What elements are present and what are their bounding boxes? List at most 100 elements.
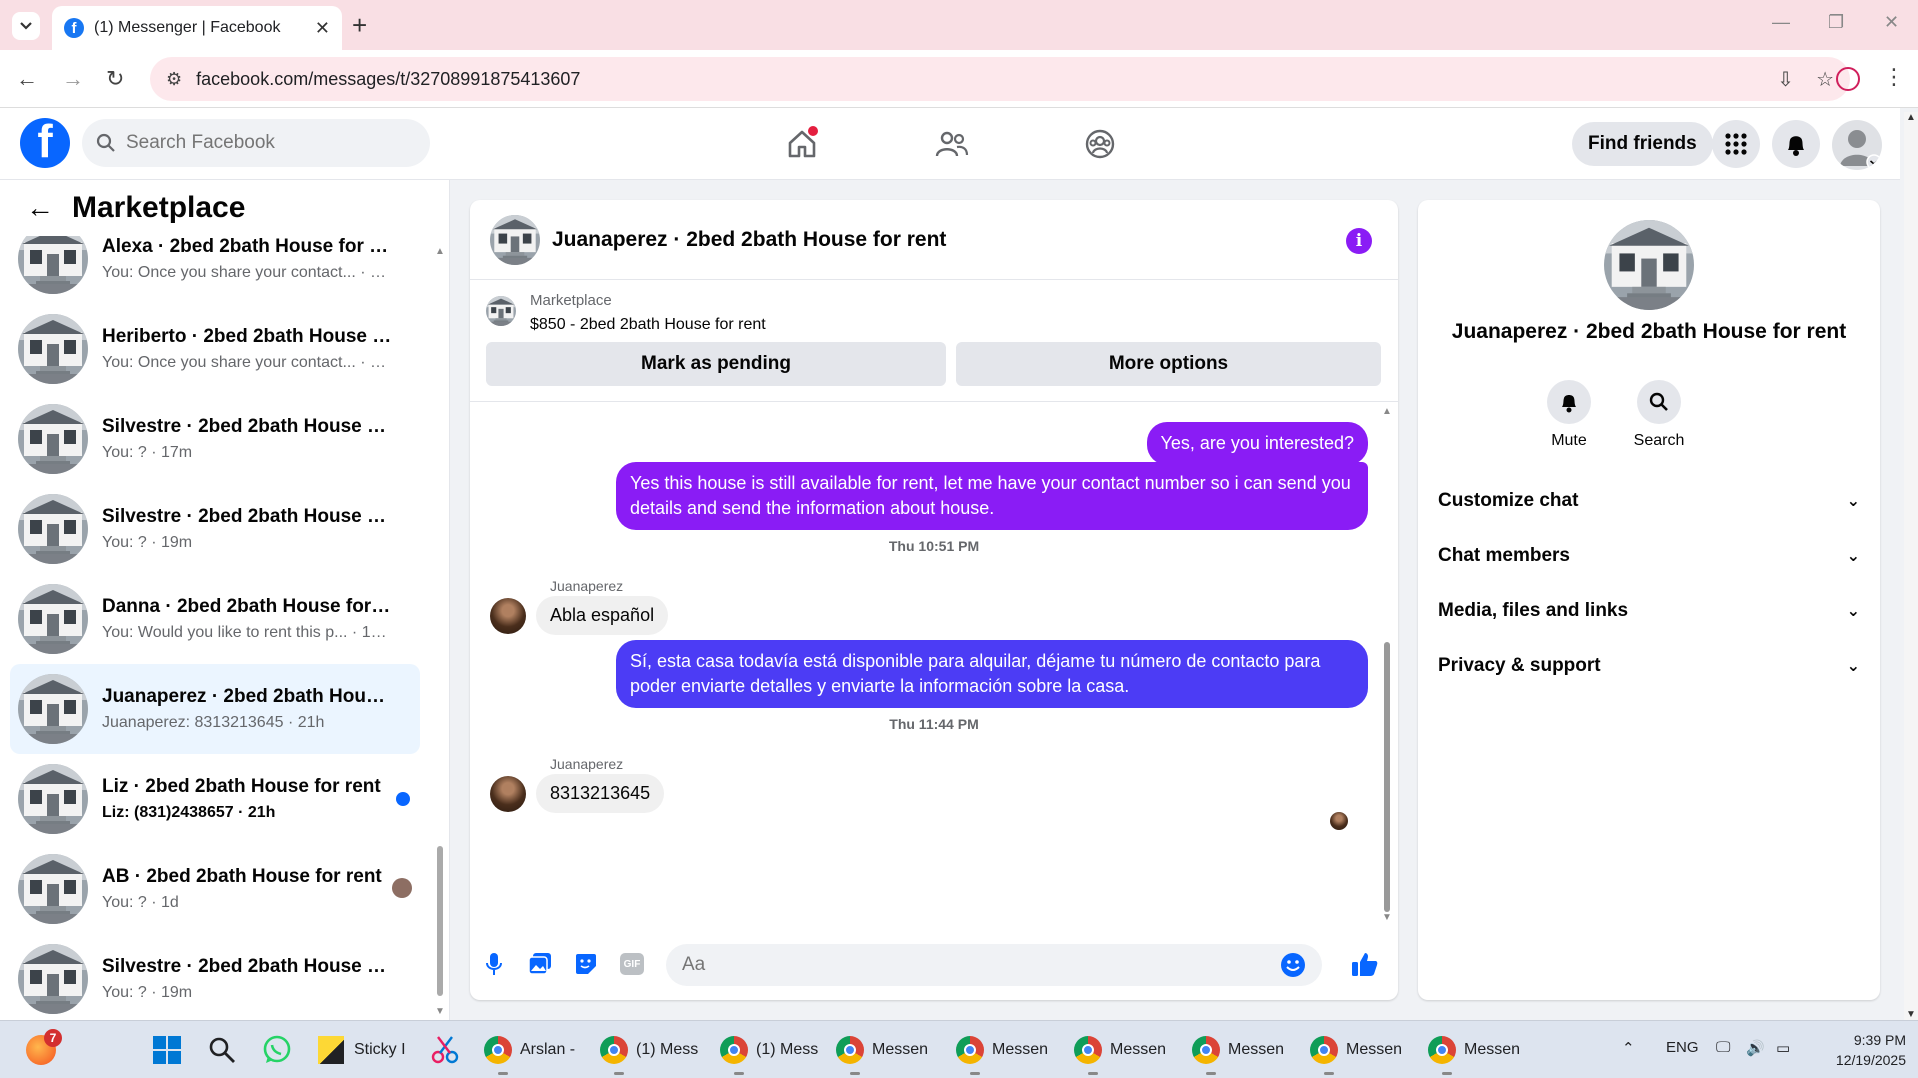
menu-button[interactable] <box>1712 120 1760 168</box>
listing-title[interactable]: $850 - 2bed 2bath House for rent <box>530 316 766 334</box>
message-outgoing[interactable]: Yes this house is still available for re… <box>616 462 1368 530</box>
message-input[interactable] <box>682 954 1280 976</box>
minimize-button[interactable]: — <box>1772 12 1790 33</box>
conversation-scrollbar[interactable]: ▲ ▼ <box>435 246 445 1017</box>
tab-search-dropdown[interactable] <box>12 12 40 40</box>
chrome-window-taskbar-button[interactable]: (1) Mess <box>720 1029 818 1075</box>
voice-clip-button[interactable] <box>480 950 508 978</box>
network-icon[interactable]: 🖵 <box>1716 1039 1730 1056</box>
home-nav[interactable] <box>780 122 824 166</box>
customize-chat-section[interactable]: Customize chat ⌄ <box>1438 481 1860 521</box>
back-button[interactable]: ← <box>16 66 38 92</box>
listing-thumbnail[interactable] <box>486 296 516 326</box>
chrome-window-taskbar-button[interactable]: Messen <box>836 1029 928 1075</box>
conversation-item[interactable]: Heriberto · 2bed 2bath House f... You: On… <box>10 304 420 394</box>
privacy-support-section[interactable]: Privacy & support ⌄ <box>1438 646 1860 686</box>
widgets-button[interactable]: 7 <box>26 1029 62 1071</box>
conversation-item[interactable]: AB · 2bed 2bath House for rent You: ? · 1… <box>10 844 420 934</box>
attach-photo-button[interactable] <box>526 950 554 978</box>
chrome-window-taskbar-button[interactable]: Messen <box>956 1029 1048 1075</box>
chrome-window-taskbar-button[interactable]: Messen <box>1192 1029 1284 1075</box>
conversation-item[interactable]: Silvestre · 2bed 2bath House for... You: … <box>10 934 420 1020</box>
chat-scrollbar[interactable]: ▲ ▼ <box>1382 406 1392 926</box>
info-icon[interactable]: i <box>1346 228 1372 254</box>
message-outgoing[interactable]: Sí, esta casa todavía está disponible pa… <box>616 640 1368 708</box>
reload-button[interactable]: ↻ <box>106 66 124 92</box>
mute-action[interactable]: Mute <box>1529 380 1609 450</box>
conversation-item[interactable]: Juanaperez · 2bed 2bath House ... Juanape… <box>10 664 420 754</box>
browser-profile-icon[interactable] <box>1836 67 1860 91</box>
battery-icon[interactable]: ▭ <box>1776 1039 1790 1057</box>
emoji-icon[interactable] <box>1280 952 1306 978</box>
browser-menu-icon[interactable]: ⋮ <box>1883 64 1905 90</box>
like-button[interactable] <box>1350 950 1380 978</box>
scroll-up-icon[interactable]: ▲ <box>1906 112 1916 123</box>
mark-as-pending-button[interactable]: Mark as pending <box>486 342 946 386</box>
system-clock[interactable]: 9:39 PM 12/19/2025 <box>1816 1030 1906 1070</box>
conversation-name: Juanaperez · 2bed 2bath House ... <box>102 686 392 707</box>
close-window-button[interactable]: ✕ <box>1884 12 1899 33</box>
chrome-window-taskbar-button[interactable]: Messen <box>1074 1029 1166 1075</box>
find-friends-button[interactable]: Find friends <box>1572 122 1713 166</box>
volume-icon[interactable]: 🔊 <box>1746 1039 1765 1057</box>
install-app-icon[interactable]: ⇩ <box>1777 67 1794 92</box>
media-files-links-section[interactable]: Media, files and links ⌄ <box>1438 591 1860 631</box>
chrome-icon <box>956 1036 984 1064</box>
restore-button[interactable]: ❐ <box>1828 12 1844 33</box>
scroll-up-icon[interactable]: ▲ <box>435 246 445 257</box>
show-hidden-icons-button[interactable]: ⌃ <box>1622 1039 1635 1057</box>
scroll-down-icon[interactable]: ▼ <box>1906 1009 1916 1020</box>
friends-nav[interactable] <box>930 122 974 166</box>
scroll-down-icon[interactable]: ▼ <box>1382 912 1392 923</box>
scroll-down-icon[interactable]: ▼ <box>435 1006 445 1017</box>
facebook-search-input[interactable] <box>126 132 406 154</box>
sender-avatar[interactable] <box>490 776 526 812</box>
chat-info-avatar[interactable] <box>1604 220 1694 310</box>
scrollbar-thumb[interactable] <box>1384 642 1390 912</box>
whatsapp-taskbar-button[interactable] <box>262 1029 292 1071</box>
chrome-window-taskbar-button[interactable]: Arslan - <box>484 1029 575 1075</box>
message-input-box[interactable] <box>666 944 1322 986</box>
site-info-icon[interactable]: ⚙ <box>166 69 182 90</box>
back-arrow-icon[interactable]: ← <box>26 192 54 224</box>
chrome-window-taskbar-button[interactable]: Messen <box>1428 1029 1520 1075</box>
more-options-button[interactable]: More options <box>956 342 1381 386</box>
message-incoming[interactable]: 8313213645 <box>536 774 665 813</box>
chat-members-section[interactable]: Chat members ⌄ <box>1438 536 1860 576</box>
sender-avatar[interactable] <box>490 598 526 634</box>
gif-button[interactable]: GIF <box>618 950 646 978</box>
forward-button[interactable]: → <box>62 66 84 92</box>
start-button[interactable] <box>152 1029 182 1071</box>
conversation-item[interactable]: Liz · 2bed 2bath House for rent Liz: (831… <box>10 754 420 844</box>
page-scrollbar[interactable]: ▲ ▼ <box>1904 112 1918 1020</box>
chrome-window-taskbar-button[interactable]: Messen <box>1310 1029 1402 1075</box>
conversation-item[interactable]: Silvestre · 2bed 2bath House for... You: … <box>10 394 420 484</box>
facebook-search[interactable] <box>82 119 430 167</box>
notifications-button[interactable] <box>1772 120 1820 168</box>
groups-nav[interactable] <box>1078 122 1122 166</box>
chat-avatar[interactable] <box>490 215 540 265</box>
facebook-logo-icon[interactable]: f <box>20 118 70 168</box>
conversation-item[interactable]: Danna · 2bed 2bath House for r... You: Wo… <box>10 574 420 664</box>
address-bar[interactable]: ⚙ facebook.com/messages/t/32708991875413… <box>150 57 1850 101</box>
bookmark-star-icon[interactable]: ☆ <box>1816 67 1834 92</box>
close-tab-icon[interactable]: ✕ <box>315 18 330 39</box>
search-action[interactable]: Search <box>1619 380 1699 450</box>
scrollbar-thumb[interactable] <box>437 846 443 996</box>
sticky-notes-taskbar-button[interactable]: Sticky I <box>318 1029 406 1071</box>
message-incoming[interactable]: Abla español <box>536 596 669 635</box>
chrome-window-taskbar-button[interactable]: (1) Mess <box>600 1029 698 1075</box>
snipping-tool-taskbar-button[interactable] <box>430 1029 460 1071</box>
account-avatar[interactable] <box>1832 120 1882 170</box>
chat-title[interactable]: Juanaperez · 2bed 2bath House for rent <box>552 228 946 252</box>
taskbar-label: Sticky I <box>354 1041 406 1058</box>
message-outgoing[interactable]: Yes, are you interested? <box>1146 422 1368 465</box>
taskbar-search-button[interactable] <box>208 1029 236 1071</box>
chrome-icon <box>1428 1036 1456 1064</box>
new-tab-button[interactable]: + <box>352 10 367 41</box>
language-indicator[interactable]: ENG <box>1666 1039 1699 1056</box>
sticker-button[interactable] <box>572 950 600 978</box>
browser-tab[interactable]: f (1) Messenger | Facebook ✕ <box>52 6 342 50</box>
scroll-up-icon[interactable]: ▲ <box>1382 406 1392 417</box>
conversation-item[interactable]: Silvestre · 2bed 2bath House for... You: … <box>10 484 420 574</box>
